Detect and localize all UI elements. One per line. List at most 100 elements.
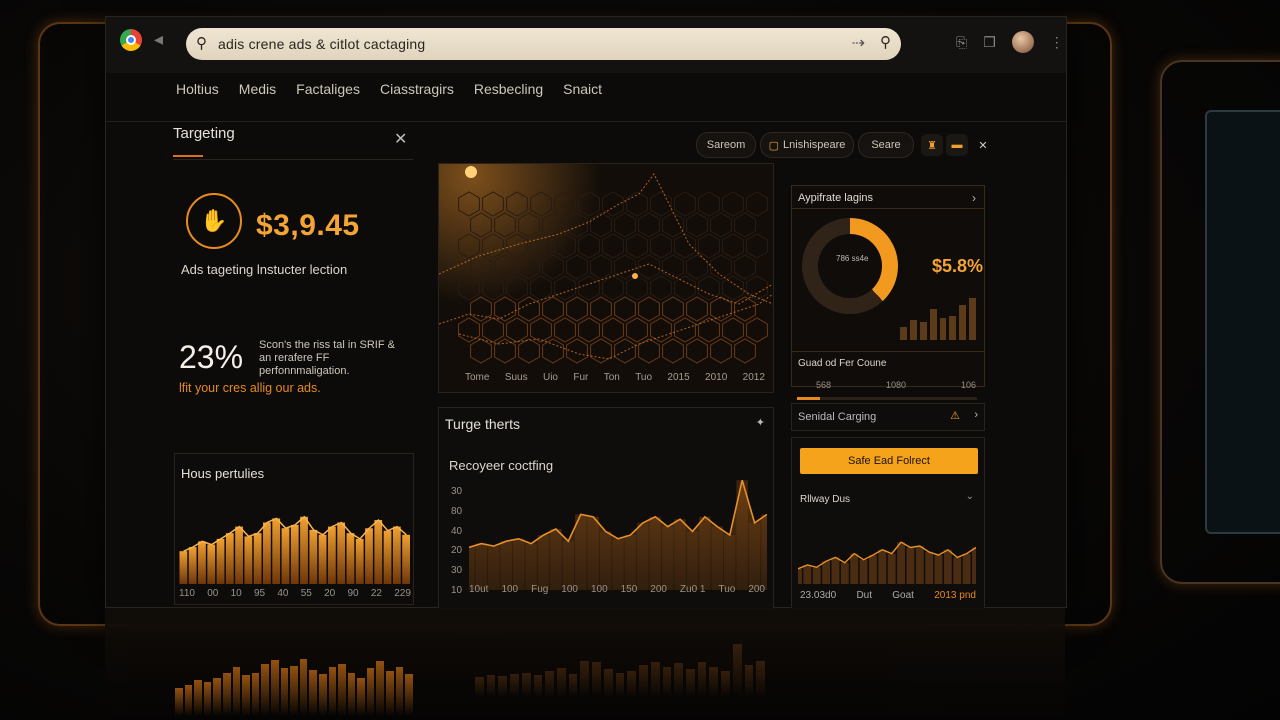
hex-cell	[626, 275, 648, 301]
nav-item[interactable]: Resbecling	[474, 81, 543, 109]
reflection-bar	[592, 662, 601, 698]
hex-cell	[566, 212, 588, 238]
reflection-bar	[290, 665, 298, 716]
glow-dot	[632, 273, 638, 279]
reflection-bar	[184, 684, 193, 716]
hex-cell	[674, 275, 696, 301]
bar	[392, 526, 401, 584]
bar	[244, 536, 253, 584]
applicable-logins-card: Aypifrate lagins › 786 ss4e $5.8% Guad o…	[791, 185, 985, 390]
tab-underline	[173, 155, 203, 157]
hex-cell	[734, 296, 756, 322]
axis-tick-label: Tuo	[635, 372, 653, 383]
hex-cell	[602, 317, 624, 343]
reflection-bar	[309, 669, 317, 716]
address-text: adis crene ads & citlot cactaging	[218, 36, 426, 52]
axis-tick-label: 10	[451, 584, 463, 596]
chevron-right-icon[interactable]: ›	[972, 191, 976, 205]
footer-title: Guad od Fer Coune	[798, 358, 887, 369]
nav-item[interactable]: Factaliges	[296, 81, 360, 109]
hex-cell	[650, 191, 672, 217]
bar	[337, 522, 346, 584]
bar	[919, 322, 927, 340]
axis-tick-label: 2015	[667, 372, 690, 383]
avatar[interactable]	[1011, 31, 1034, 53]
address-bar[interactable]: ⚲ adis crene ads & citlot cactaging ⇢ ⚲	[186, 28, 901, 60]
nav-item[interactable]: Medis	[239, 81, 276, 109]
reflection-bar	[510, 674, 519, 698]
hex-cell	[674, 191, 696, 217]
hex-cell	[710, 212, 732, 238]
reflection-bar	[568, 674, 578, 698]
folder-icon[interactable]: ▬	[946, 134, 968, 156]
close-icon[interactable]: ✕	[972, 134, 994, 156]
special-carging-row[interactable]: Senidal Carging ⚠ ›	[791, 403, 985, 431]
extension-icon[interactable]: ❒	[983, 34, 996, 51]
hex-cell	[662, 338, 684, 364]
more-menu-icon[interactable]: ⋮	[1050, 34, 1064, 51]
bell-icon[interactable]: ♜	[921, 134, 943, 156]
hex-cell	[554, 275, 576, 301]
hex-cell	[662, 254, 684, 280]
bar	[253, 533, 262, 584]
axis-tick-label: 10ut	[469, 584, 489, 595]
hand-icon: ✋	[186, 193, 242, 249]
x-axis-ticks: Tome Suus Uio Fur Ton Tuo 2015 2010 2012	[465, 372, 765, 383]
search-icon[interactable]: ⚲	[880, 33, 891, 51]
hex-cell	[566, 338, 588, 364]
filter-pill[interactable]: Seare	[858, 132, 914, 158]
filter-pill[interactable]: Sareom	[696, 132, 756, 158]
forward-arrow-icon[interactable]: ⇢	[852, 33, 865, 53]
hex-cell	[614, 212, 636, 238]
axis-tick-label: Tome	[465, 372, 490, 383]
filter-pill[interactable]: ▢ Lnishispeare	[760, 132, 854, 158]
axis-tick-label: 2010	[705, 372, 728, 383]
warning-icon: ⚠	[950, 410, 960, 422]
hex-cell	[542, 254, 564, 280]
axis-tick-label: 20	[451, 545, 463, 557]
bar	[346, 533, 355, 584]
hex-cell	[530, 233, 552, 259]
nav-item[interactable]: Holtius	[176, 81, 219, 109]
hex-cell	[722, 275, 744, 301]
footer-value: 2013 pnd	[934, 590, 976, 601]
nav-item[interactable]: Ciasstragirs	[380, 81, 454, 109]
hex-cell	[542, 338, 564, 364]
reflection-bar	[366, 668, 375, 716]
reflection-bar	[486, 675, 496, 698]
chevron-down-icon[interactable]: ⌄	[966, 491, 974, 502]
hex-cell	[458, 233, 480, 259]
browser-window: ◂ ⚲ adis crene ads & citlot cactaging ⇢ …	[105, 16, 1067, 609]
hex-cell	[494, 254, 516, 280]
area-fill	[469, 480, 767, 590]
primary-action-button[interactable]: Safe Ead Folrect	[800, 448, 978, 474]
hex-cell	[554, 317, 576, 343]
share-icon[interactable]: ⎘	[956, 34, 967, 51]
footer-values: 568 1080 106	[816, 380, 976, 390]
hex-cell	[518, 338, 540, 364]
pin-icon[interactable]: ✦	[756, 416, 765, 429]
back-icon[interactable]: ◂	[154, 29, 163, 50]
footer-value: Goat	[892, 590, 914, 601]
nav-item[interactable]: Snaict	[563, 81, 602, 109]
target-trends-card: Turge therts ✦ Recoyeer coctfing 30 80 40 2…	[438, 407, 774, 609]
chevron-right-icon[interactable]: ›	[974, 409, 978, 421]
hex-cell	[614, 296, 636, 322]
close-icon[interactable]: ✕	[394, 129, 407, 149]
bar	[318, 534, 327, 584]
hex-cell	[686, 338, 708, 364]
reflection-bar	[697, 662, 707, 698]
panel-title: Targeting	[173, 125, 235, 142]
percent-note-link[interactable]: lfit your cres allig our ads.	[179, 381, 321, 395]
hex-cell	[542, 296, 564, 322]
x-axis-ticks: 110 00 10 95 40 55 20 90 22 229	[179, 588, 411, 599]
axis-tick-label: 100	[501, 584, 519, 595]
hex-cell	[506, 233, 528, 259]
hex-cell	[662, 296, 684, 322]
bar	[235, 526, 243, 584]
hex-cell	[494, 296, 516, 322]
y-axis-ticks: 30 80 40 20 30 10	[451, 486, 462, 596]
hex-cell	[494, 212, 516, 238]
hex-cell	[554, 191, 576, 217]
bar	[939, 318, 947, 340]
